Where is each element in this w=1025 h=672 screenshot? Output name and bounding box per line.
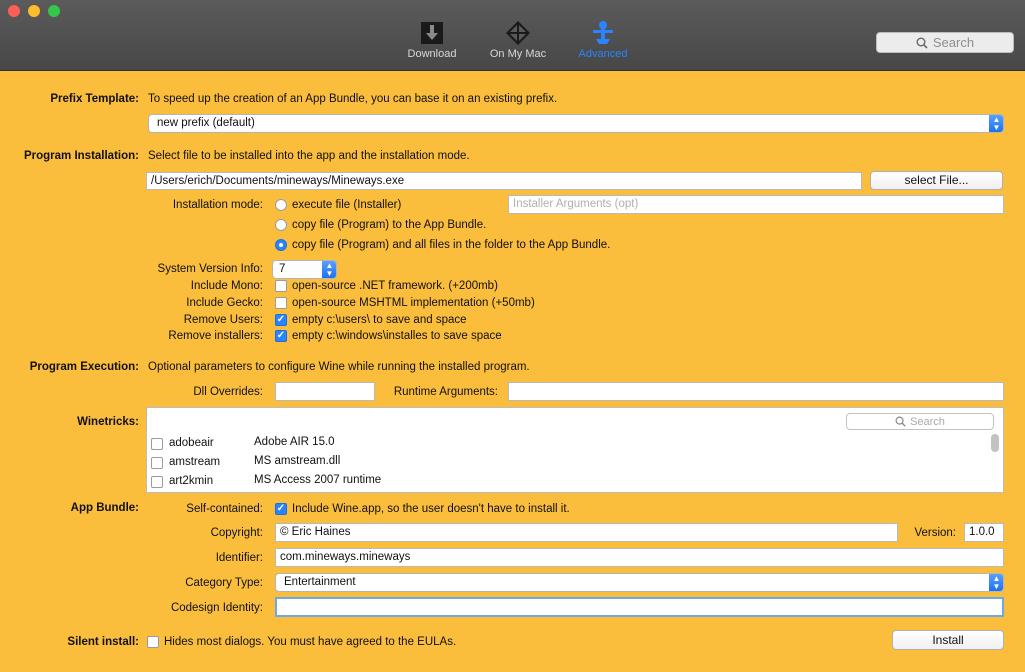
toolbar-advanced-label: Advanced bbox=[578, 48, 628, 60]
toolbar-download[interactable]: Download bbox=[402, 20, 462, 60]
winetricks-search-field[interactable]: Search bbox=[846, 413, 994, 430]
silent-install-text: Hides most dialogs. You must have agreed… bbox=[164, 636, 457, 648]
toolbar-search-placeholder: Search bbox=[932, 35, 975, 50]
mode-option-copy-program: copy file (Program) to the App Bundle. bbox=[292, 219, 487, 231]
include-gecko-label: Include Gecko: bbox=[186, 297, 263, 309]
toolbar-on-my-mac[interactable]: On My Mac bbox=[484, 20, 552, 60]
self-contained-label: Self-contained: bbox=[186, 503, 263, 515]
codesign-identity-label: Codesign Identity: bbox=[170, 602, 263, 614]
search-icon bbox=[895, 416, 906, 427]
toolbar-search-field[interactable]: Search bbox=[876, 32, 1014, 53]
program-path-field[interactable]: /Users/erich/Documents/mineways/Mineways… bbox=[146, 172, 862, 190]
program-execution-description: Optional parameters to configure Wine wh… bbox=[148, 361, 530, 373]
minimize-window-button[interactable] bbox=[28, 5, 40, 17]
dll-overrides-field[interactable] bbox=[275, 382, 375, 401]
prefix-template-select[interactable]: new prefix (default) ▲ ▼ bbox=[148, 114, 1004, 133]
winetrick-description: MS amstream.dll bbox=[254, 455, 341, 467]
mode-option-execute: execute file (Installer) bbox=[292, 199, 402, 211]
self-contained-checkbox[interactable]: ✓ bbox=[275, 503, 287, 515]
prefix-template-label: Prefix Template: bbox=[50, 93, 139, 105]
version-field[interactable]: 1.0.0 bbox=[964, 523, 1004, 542]
remove-users-checkbox[interactable]: ✓ bbox=[275, 314, 287, 326]
include-mono-checkbox[interactable] bbox=[275, 280, 287, 292]
winetricks-search-placeholder: Search bbox=[910, 415, 945, 428]
toolbar-on-my-mac-label: On My Mac bbox=[489, 48, 547, 60]
version-label: Version: bbox=[914, 527, 956, 539]
chevron-updown-icon: ▲ ▼ bbox=[989, 115, 1003, 132]
winetricks-label: Winetricks: bbox=[77, 416, 139, 428]
winetricks-list[interactable]: Search adobeair Adobe AIR 15.0 amstream … bbox=[146, 407, 1004, 493]
silent-install-label: Silent install: bbox=[67, 636, 139, 648]
mode-radio-execute[interactable] bbox=[275, 199, 287, 211]
copyright-label: Copyright: bbox=[210, 527, 263, 539]
system-version-value: 7 bbox=[279, 263, 286, 275]
category-type-label: Category Type: bbox=[185, 577, 263, 589]
copyright-field[interactable]: © Eric Haines bbox=[275, 523, 898, 542]
winetrick-description: MS Access 2007 runtime bbox=[254, 474, 382, 486]
installation-mode-label: Installation mode: bbox=[172, 199, 263, 211]
winetricks-scrollbar[interactable] bbox=[991, 434, 999, 452]
toolbar-download-label: Download bbox=[407, 48, 457, 60]
include-gecko-checkbox[interactable] bbox=[275, 297, 287, 309]
winetrick-name: art2kmin bbox=[169, 475, 214, 487]
program-execution-label: Program Execution: bbox=[29, 361, 139, 373]
install-button[interactable]: Install bbox=[892, 630, 1004, 650]
include-gecko-text: open-source MSHTML implementation (+50mb… bbox=[292, 297, 535, 309]
windows-diamond-icon bbox=[506, 21, 530, 45]
winetrick-checkbox[interactable] bbox=[151, 476, 163, 488]
list-item[interactable]: amstream MS amstream.dll bbox=[147, 454, 987, 473]
identifier-label: Identifier: bbox=[215, 552, 263, 564]
remove-installers-text: empty c:\windows\installes to save space bbox=[292, 330, 502, 342]
dll-overrides-label: Dll Overrides: bbox=[193, 386, 263, 398]
remove-installers-label: Remove installers: bbox=[168, 330, 263, 342]
remove-users-text: empty c:\users\ to save and space bbox=[292, 314, 467, 326]
category-type-value: Entertainment bbox=[284, 576, 356, 588]
winetrick-checkbox[interactable] bbox=[151, 457, 163, 469]
runtime-arguments-field[interactable] bbox=[508, 382, 1004, 401]
download-icon bbox=[421, 22, 443, 44]
remove-installers-checkbox[interactable]: ✓ bbox=[275, 330, 287, 342]
include-mono-label: Include Mono: bbox=[190, 280, 263, 292]
mode-option-copy-folder: copy file (Program) and all files in the… bbox=[292, 239, 611, 251]
prefix-template-description: To speed up the creation of an App Bundl… bbox=[148, 93, 558, 105]
winetrick-name: adobeair bbox=[169, 437, 214, 449]
prefix-template-value: new prefix (default) bbox=[157, 117, 255, 129]
category-type-select[interactable]: Entertainment ▲ ▼ bbox=[275, 573, 1004, 592]
chevron-updown-icon: ▲ ▼ bbox=[989, 574, 1003, 591]
wrench-icon bbox=[593, 21, 613, 44]
program-installation-description: Select file to be installed into the app… bbox=[148, 150, 470, 162]
mode-radio-copy-program[interactable] bbox=[275, 219, 287, 231]
toolbar-advanced[interactable]: Advanced bbox=[573, 20, 633, 60]
system-version-select[interactable]: 7 ▲ ▼ bbox=[272, 260, 337, 279]
advanced-panel: Prefix Template: To speed up the creatio… bbox=[0, 71, 1025, 672]
select-file-button[interactable]: select File... bbox=[870, 171, 1003, 190]
app-window: Download On My Mac Advanced Search Prefi… bbox=[0, 0, 1025, 672]
system-version-label: System Version Info: bbox=[157, 263, 263, 275]
toolbar: Download On My Mac Advanced Search bbox=[0, 0, 1025, 71]
list-item[interactable]: art2kmin MS Access 2007 runtime bbox=[147, 473, 987, 492]
winetrick-checkbox[interactable] bbox=[151, 438, 163, 450]
identifier-field[interactable]: com.mineways.mineways bbox=[275, 548, 1004, 567]
chevron-updown-icon: ▲ ▼ bbox=[322, 261, 336, 278]
self-contained-text: Include Wine.app, so the user doesn't ha… bbox=[292, 503, 570, 515]
list-item[interactable]: adobeair Adobe AIR 15.0 bbox=[147, 435, 987, 454]
installer-arguments-field[interactable]: Installer Arguments (opt) bbox=[508, 195, 1004, 214]
include-mono-text: open-source .NET framework. (+200mb) bbox=[292, 280, 498, 292]
close-window-button[interactable] bbox=[8, 5, 20, 17]
winetrick-description: Adobe AIR 15.0 bbox=[254, 436, 335, 448]
remove-users-label: Remove Users: bbox=[183, 314, 263, 326]
winetrick-name: amstream bbox=[169, 456, 221, 468]
codesign-identity-field[interactable] bbox=[275, 597, 1004, 617]
silent-install-checkbox[interactable] bbox=[147, 636, 159, 648]
zoom-window-button[interactable] bbox=[48, 5, 60, 17]
mode-radio-copy-folder[interactable] bbox=[275, 239, 287, 251]
program-installation-label: Program Installation: bbox=[23, 150, 139, 162]
installer-arguments-placeholder: Installer Arguments (opt) bbox=[513, 198, 639, 210]
runtime-arguments-label: Runtime Arguments: bbox=[393, 386, 498, 398]
search-icon bbox=[916, 37, 928, 49]
